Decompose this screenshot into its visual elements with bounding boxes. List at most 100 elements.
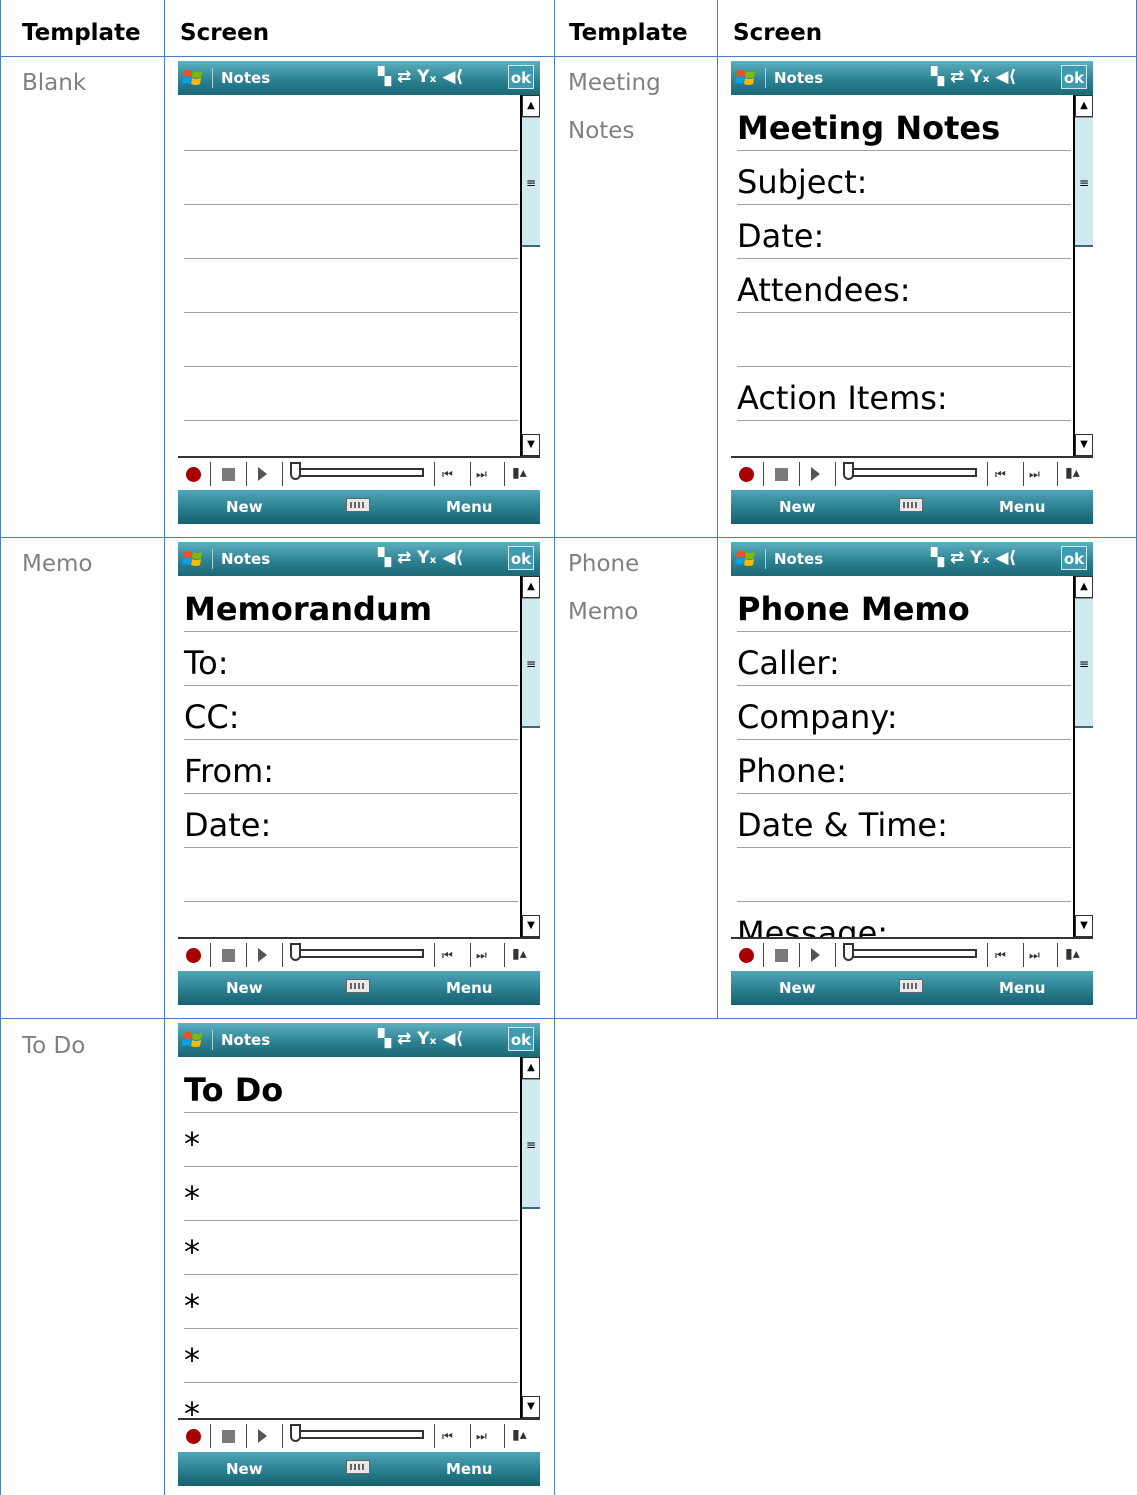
note-line: * [184, 1287, 200, 1325]
play-icon[interactable] [811, 948, 820, 962]
menu-softkey[interactable]: Menu [999, 979, 1045, 997]
scroll-up-icon[interactable]: ▲ [522, 576, 540, 598]
template-name-memo: Memo [22, 551, 93, 577]
note-heading: To Do [184, 1071, 284, 1109]
volume-slider[interactable] [298, 468, 424, 477]
slider-knob[interactable] [290, 462, 301, 480]
new-softkey[interactable]: New [226, 498, 263, 516]
volume-slider[interactable] [851, 949, 977, 958]
scroll-down-icon[interactable]: ▼ [1075, 915, 1093, 937]
new-softkey[interactable]: New [779, 498, 816, 516]
previous-track-icon[interactable]: ⏮ [442, 1429, 453, 1444]
next-track-icon[interactable]: ⏭ [476, 1429, 487, 1444]
ok-button[interactable]: ok [508, 546, 534, 570]
previous-track-icon[interactable]: ⏮ [442, 467, 453, 482]
vertical-scrollbar[interactable]: ▲ ≡ ▼ [520, 576, 540, 937]
stop-icon[interactable] [775, 949, 788, 962]
slider-knob[interactable] [290, 943, 301, 961]
slider-knob[interactable] [843, 943, 854, 961]
speaker-icon[interactable]: ▮▴ [512, 1427, 527, 1443]
record-icon[interactable] [186, 948, 201, 963]
scroll-down-icon[interactable]: ▼ [522, 434, 540, 456]
record-icon[interactable] [186, 467, 201, 482]
note-line: * [184, 1125, 200, 1163]
vertical-scrollbar[interactable]: ▲ ≡ ▼ [520, 1057, 540, 1418]
toolbar-divider [434, 462, 435, 486]
play-icon[interactable] [811, 467, 820, 481]
scroll-down-icon[interactable]: ▼ [522, 1396, 540, 1418]
keyboard-icon[interactable] [899, 498, 923, 512]
speaker-icon[interactable]: ▮▴ [1065, 465, 1080, 481]
slider-knob[interactable] [290, 1424, 301, 1442]
volume-slider[interactable] [298, 949, 424, 958]
stop-icon[interactable] [222, 468, 235, 481]
speaker-icon[interactable]: ▮▴ [1065, 946, 1080, 962]
play-icon[interactable] [258, 948, 267, 962]
record-icon[interactable] [186, 1429, 201, 1444]
ok-button[interactable]: ok [508, 65, 534, 89]
note-page[interactable]: To Do * * * * * * [178, 1057, 520, 1418]
volume-slider[interactable] [298, 1430, 424, 1439]
menu-softkey[interactable]: Menu [446, 498, 492, 516]
windows-start-icon[interactable] [735, 67, 757, 89]
menu-softkey[interactable]: Menu [446, 1460, 492, 1478]
previous-track-icon[interactable]: ⏮ [995, 948, 1006, 963]
scroll-down-icon[interactable]: ▼ [1075, 434, 1093, 456]
windows-start-icon[interactable] [182, 1029, 204, 1051]
menu-softkey[interactable]: Menu [446, 979, 492, 997]
ruled-line [184, 1166, 518, 1167]
scroll-down-icon[interactable]: ▼ [522, 915, 540, 937]
ok-button[interactable]: ok [1061, 65, 1087, 89]
next-track-icon[interactable]: ⏭ [476, 948, 487, 963]
new-softkey[interactable]: New [779, 979, 816, 997]
windows-start-icon[interactable] [735, 548, 757, 570]
vertical-scrollbar[interactable]: ▲ ≡ ▼ [1073, 576, 1093, 937]
scroll-thumb[interactable]: ≡ [522, 598, 540, 728]
next-track-icon[interactable]: ⏭ [1029, 948, 1040, 963]
ok-button[interactable]: ok [508, 1027, 534, 1051]
previous-track-icon[interactable]: ⏮ [995, 467, 1006, 482]
stop-icon[interactable] [222, 1430, 235, 1443]
play-icon[interactable] [258, 1429, 267, 1443]
ruled-line [737, 793, 1071, 794]
table-row-rule [0, 1018, 1137, 1019]
scroll-thumb[interactable]: ≡ [522, 1079, 540, 1209]
vertical-scrollbar[interactable]: ▲ ≡ ▼ [1073, 95, 1093, 456]
note-page[interactable]: Phone Memo Caller: Company: Phone: Date & Ti… [731, 576, 1073, 937]
slider-knob[interactable] [843, 462, 854, 480]
note-page[interactable]: Meeting Notes Subject: Date: Attendees: Acti… [731, 95, 1073, 456]
note-page[interactable] [178, 95, 520, 456]
menu-softkey[interactable]: Menu [999, 498, 1045, 516]
scroll-up-icon[interactable]: ▲ [522, 95, 540, 117]
new-softkey[interactable]: New [226, 1460, 263, 1478]
play-icon[interactable] [258, 467, 267, 481]
scroll-thumb[interactable]: ≡ [1075, 117, 1093, 247]
keyboard-icon[interactable] [346, 498, 370, 512]
next-track-icon[interactable]: ⏭ [476, 467, 487, 482]
scroll-up-icon[interactable]: ▲ [1075, 576, 1093, 598]
vertical-scrollbar[interactable]: ▲ ≡ ▼ [520, 95, 540, 456]
speaker-icon[interactable]: ▮▴ [512, 465, 527, 481]
previous-track-icon[interactable]: ⏮ [442, 948, 453, 963]
ruled-line [184, 739, 518, 740]
stop-icon[interactable] [775, 468, 788, 481]
volume-slider[interactable] [851, 468, 977, 477]
windows-start-icon[interactable] [182, 548, 204, 570]
speaker-icon[interactable]: ▮▴ [512, 946, 527, 962]
scroll-thumb[interactable]: ≡ [1075, 598, 1093, 728]
keyboard-icon[interactable] [346, 1460, 370, 1474]
scroll-up-icon[interactable]: ▲ [522, 1057, 540, 1079]
next-track-icon[interactable]: ⏭ [1029, 467, 1040, 482]
scroll-up-icon[interactable]: ▲ [1075, 95, 1093, 117]
toolbar-divider [470, 1424, 471, 1448]
stop-icon[interactable] [222, 949, 235, 962]
new-softkey[interactable]: New [226, 979, 263, 997]
keyboard-icon[interactable] [899, 979, 923, 993]
keyboard-icon[interactable] [346, 979, 370, 993]
windows-start-icon[interactable] [182, 67, 204, 89]
record-icon[interactable] [739, 467, 754, 482]
ok-button[interactable]: ok [1061, 546, 1087, 570]
note-page[interactable]: Memorandum To: CC: From: Date: [178, 576, 520, 937]
scroll-thumb[interactable]: ≡ [522, 117, 540, 247]
record-icon[interactable] [739, 948, 754, 963]
